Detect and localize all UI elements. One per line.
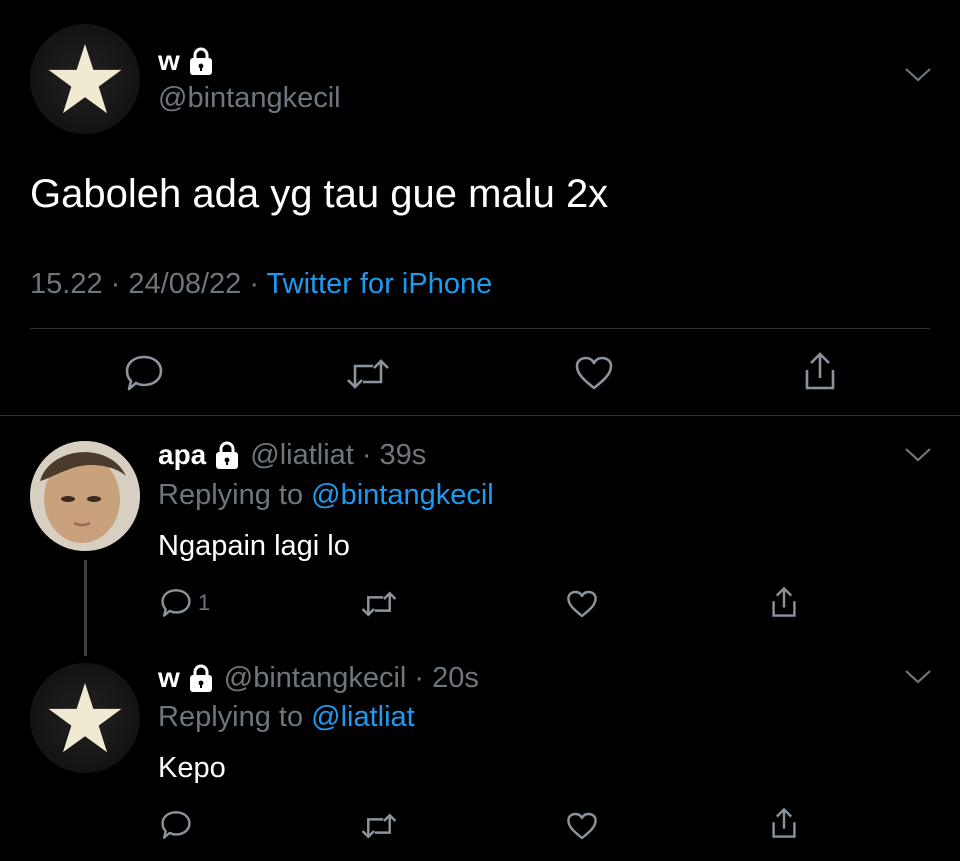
like-button[interactable]	[574, 355, 614, 391]
retweet-icon	[361, 813, 397, 839]
replying-to-link[interactable]: @bintangkecil	[311, 479, 494, 511]
star-icon	[47, 42, 123, 116]
heart-icon	[567, 590, 597, 618]
reply-count: 1	[198, 590, 211, 615]
replying-to: Replying to @bintangkecil	[158, 479, 494, 512]
author-row: w	[158, 44, 214, 78]
chevron-down-icon[interactable]	[904, 446, 932, 464]
author-handle[interactable]: @bintangkecil	[224, 662, 407, 695]
share-icon	[772, 586, 796, 617]
lock-icon	[214, 440, 240, 470]
tweet-time: 39s	[379, 438, 427, 471]
heart-icon	[575, 356, 613, 390]
comment-icon	[161, 811, 191, 839]
star-icon	[47, 681, 123, 755]
reply-button[interactable]	[124, 354, 164, 392]
chevron-down-icon[interactable]	[904, 66, 932, 84]
lock-icon	[188, 663, 214, 693]
retweet-button[interactable]	[360, 590, 398, 618]
avatar[interactable]	[30, 24, 140, 134]
profile-photo	[30, 441, 140, 551]
meta-separator: ·	[361, 438, 372, 471]
replying-to-link[interactable]: @liatliat	[311, 701, 415, 733]
share-button[interactable]	[768, 806, 800, 840]
share-icon	[805, 352, 835, 390]
author-row: apa @liatliat · 39s	[158, 437, 426, 473]
tweet-source-link[interactable]: Twitter for iPhone	[267, 268, 493, 300]
tweet-time: 15.22	[30, 268, 103, 300]
display-name[interactable]: apa	[158, 439, 206, 471]
retweet-icon	[361, 591, 397, 617]
tweet-text: Gaboleh ada yg tau gue malu 2x	[30, 172, 609, 216]
display-name[interactable]: w	[158, 662, 180, 694]
replying-prefix: Replying to	[158, 479, 304, 511]
share-button[interactable]	[800, 350, 840, 392]
chevron-down-icon[interactable]	[904, 668, 932, 686]
divider	[30, 328, 930, 329]
divider	[0, 415, 960, 416]
share-button[interactable]	[768, 585, 800, 619]
tweet-meta: 15.22 · 24/08/22 · Twitter for iPhone	[30, 268, 492, 301]
avatar[interactable]	[30, 441, 140, 551]
tweet-text: Ngapain lagi lo	[158, 530, 350, 562]
reply-button[interactable]: 1	[160, 588, 210, 618]
author-handle[interactable]: @bintangkecil	[158, 82, 341, 115]
comment-icon	[161, 589, 191, 617]
thread-line	[84, 560, 87, 656]
retweet-button[interactable]	[346, 357, 390, 391]
lock-icon	[188, 46, 214, 76]
comment-icon	[125, 355, 163, 391]
display-name[interactable]: w	[158, 45, 180, 77]
retweet-button[interactable]	[360, 812, 398, 840]
replying-to: Replying to @liatliat	[158, 701, 415, 734]
meta-separator: ·	[249, 268, 259, 300]
like-button[interactable]	[566, 811, 598, 841]
author-handle[interactable]: @liatliat	[250, 439, 354, 472]
retweet-icon	[347, 359, 389, 389]
tweet-date: 24/08/22	[128, 268, 242, 300]
reply-button[interactable]	[160, 810, 192, 840]
share-icon	[772, 807, 796, 838]
like-button[interactable]	[566, 589, 598, 619]
avatar[interactable]	[30, 663, 140, 773]
meta-separator: ·	[414, 661, 425, 694]
tweet-text: Kepo	[158, 752, 226, 784]
replying-prefix: Replying to	[158, 701, 304, 733]
tweet-time: 20s	[432, 661, 479, 694]
meta-separator: ·	[110, 268, 121, 300]
heart-icon	[567, 812, 597, 840]
author-row: w @bintangkecil · 20s	[158, 660, 479, 696]
